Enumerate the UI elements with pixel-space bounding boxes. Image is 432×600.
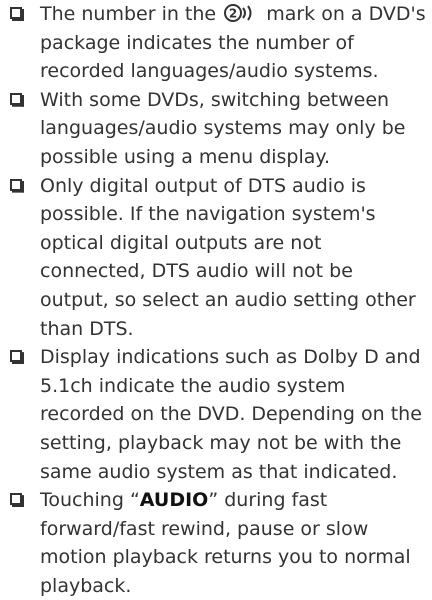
note-item-3: Only digital output of DTS audio is poss…	[6, 172, 426, 344]
checkbox-bullet-icon	[10, 92, 22, 105]
note-item-2: With some DVDs, switching between langua…	[6, 86, 426, 172]
note-item-5: Touching “AUDIO” during fast forward/fas…	[6, 486, 426, 600]
audio-languages-mark-icon: 2	[223, 3, 259, 23]
checkbox-bullet-icon	[10, 7, 22, 19]
checkbox-bullet-icon	[10, 350, 22, 363]
mark-number: 2	[229, 7, 237, 21]
note-text-3: Only digital output of DTS audio is poss…	[40, 174, 416, 340]
note-item-4: Display indications such as Dolby D and …	[6, 343, 426, 486]
note-text-2: With some DVDs, switching between langua…	[40, 88, 406, 168]
note-text-1: The number in the 2 mark on a DVD's pack…	[40, 3, 426, 83]
note-text-4: Display indications such as Dolby D and …	[40, 346, 422, 483]
checkbox-bullet-icon	[10, 493, 22, 506]
checkbox-bullet-icon	[10, 178, 22, 191]
note-text-5: Touching “AUDIO” during fast forward/fas…	[40, 489, 411, 597]
audio-button-label: AUDIO	[139, 489, 209, 512]
note-item-1: The number in the 2 mark on a DVD's pack…	[6, 0, 426, 86]
notes-list: The number in the 2 mark on a DVD's pack…	[6, 0, 426, 600]
